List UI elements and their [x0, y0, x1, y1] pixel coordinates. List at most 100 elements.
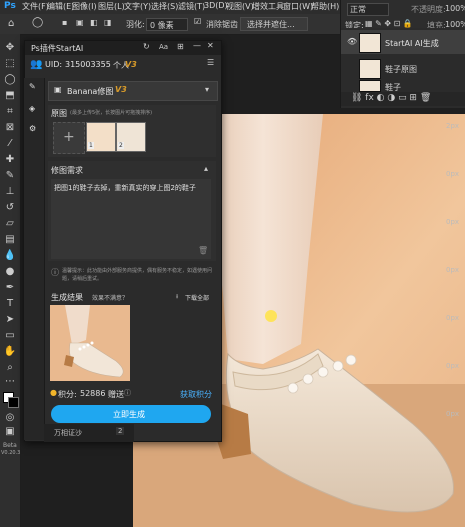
- path-select-icon[interactable]: ➤: [3, 314, 17, 326]
- screen-mode-icon[interactable]: ▣: [3, 426, 17, 438]
- plugin-title: Ps插件StartAI: [31, 44, 84, 53]
- image-icon: ▣: [54, 85, 62, 94]
- move-tool-icon[interactable]: ✥: [3, 42, 17, 54]
- blend-mode-select[interactable]: 正常: [347, 3, 389, 16]
- trash-icon[interactable]: 🗑: [198, 246, 208, 255]
- source-hint: (最多上传5张，长按图片可拖拽排序): [70, 110, 153, 116]
- side-value: 0px: [446, 314, 460, 322]
- thumb-number: 2: [118, 142, 124, 149]
- select-and-mask-button[interactable]: 选择并遮住...: [240, 17, 308, 31]
- model-label: Banana修图: [67, 87, 114, 96]
- minimize-icon[interactable]: —: [193, 41, 201, 50]
- notice-text: 温馨提示：此功能由外部服务商提供，偶有服务不稳定，如遇使用问题，请稍后重试。: [62, 268, 213, 282]
- download-all-link[interactable]: 下载全部: [185, 293, 209, 302]
- selection-mode-new-icon[interactable]: ▪: [62, 18, 67, 27]
- brush-tool-icon[interactable]: ✎: [3, 170, 17, 182]
- chevron-up-icon[interactable]: ▴: [204, 164, 208, 173]
- get-points-link[interactable]: 获取积分: [180, 389, 212, 400]
- uid-value: 315003355: [65, 60, 111, 69]
- menu-select[interactable]: 选择(S): [151, 1, 178, 12]
- pen-tool-icon[interactable]: ✒: [3, 282, 17, 294]
- menu-image[interactable]: 图像(I): [72, 1, 97, 12]
- history-brush-icon[interactable]: ↺: [3, 202, 17, 214]
- marquee-tool-icon[interactable]: ⬚: [3, 58, 17, 70]
- dodge-tool-icon[interactable]: ●: [3, 266, 17, 278]
- feather-input[interactable]: 0 像素: [146, 18, 188, 31]
- model-badge: V3: [115, 85, 127, 94]
- model-select[interactable]: ▣ Banana修图 V3 ▾: [48, 81, 218, 101]
- refresh-icon[interactable]: ↻: [143, 42, 150, 51]
- healing-tool-icon[interactable]: ✚: [3, 154, 17, 166]
- prompt-text: 把图1的鞋子去掉，重新真实的穿上图2的鞋子: [54, 184, 196, 192]
- generate-button[interactable]: 立即生成: [51, 405, 211, 423]
- chevron-down-icon: ▾: [205, 85, 210, 94]
- menu-3d[interactable]: 3D(D): [204, 1, 228, 10]
- object-select-tool-icon[interactable]: ⬒: [3, 90, 17, 102]
- source-images-section: 原图 (最多上传5张，长按图片可拖拽排序) + 1 2: [48, 105, 216, 157]
- text-size-icon[interactable]: Aa: [159, 43, 168, 51]
- result-thumbnail[interactable]: [50, 305, 130, 381]
- add-image-button[interactable]: +: [53, 122, 85, 154]
- prompt-textarea[interactable]: 把图1的鞋子去掉，重新真实的穿上图2的鞋子 🗑: [51, 179, 211, 259]
- plugin-titlebar: Ps插件StartAI ↻ Aa ⊞ — ✕: [25, 41, 221, 55]
- background-color-swatch[interactable]: [8, 397, 19, 408]
- layer-row[interactable]: 鞋子原图: [341, 56, 465, 80]
- quick-mask-icon[interactable]: ◎: [3, 412, 17, 424]
- result-feedback[interactable]: 效果不满意？: [92, 293, 128, 302]
- menu-view[interactable]: 视图(V): [226, 1, 254, 12]
- selection-mode-add-icon[interactable]: ▣: [76, 18, 84, 27]
- info-icon: ⓘ: [51, 268, 59, 277]
- crop-tool-icon[interactable]: ⌗: [3, 106, 17, 118]
- layers-icon[interactable]: ◈: [29, 104, 35, 113]
- menu-file[interactable]: 文件(F): [22, 1, 49, 12]
- beta-label: Beta: [3, 442, 17, 449]
- type-tool-icon[interactable]: T: [3, 298, 17, 310]
- antialias-label: 消除锯齿: [206, 20, 238, 29]
- plugin-content: ▣ Banana修图 V3 ▾ 原图 (最多上传5张，长按图片可拖拽排序) + …: [45, 75, 220, 440]
- menu-edit[interactable]: 编辑(E): [47, 1, 74, 12]
- uid-label: UID:: [45, 60, 63, 69]
- layer-row[interactable]: 鞋子: [341, 80, 465, 92]
- home-icon[interactable]: ⌂: [8, 18, 14, 29]
- edit-icon[interactable]: ✎: [29, 82, 36, 91]
- layer-row[interactable]: 👁 StartAI AI生成: [341, 30, 465, 54]
- menu-filter[interactable]: 滤镜(T): [178, 1, 205, 12]
- selection-mode-intersect-icon[interactable]: ◨: [104, 18, 112, 27]
- help-icon[interactable]: ⓘ: [124, 388, 131, 398]
- selection-mode-subtract-icon[interactable]: ◧: [90, 18, 98, 27]
- shape-tool-icon[interactable]: ▭: [3, 330, 17, 342]
- menu-icon[interactable]: ☰: [207, 58, 214, 67]
- lock-icons[interactable]: ▦ ✎ ✥ ⊡ 🔒: [365, 19, 413, 28]
- hand-tool-icon[interactable]: ✋: [3, 346, 17, 358]
- lasso-tool-icon[interactable]: ◯: [32, 17, 43, 28]
- gradient-tool-icon[interactable]: ▤: [3, 234, 17, 246]
- eraser-tool-icon[interactable]: ▱: [3, 218, 17, 230]
- bottom-tab[interactable]: 万相证沙 2: [44, 424, 134, 442]
- generate-button-label: 立即生成: [113, 410, 145, 419]
- visibility-eye-icon[interactable]: 👁: [347, 37, 357, 46]
- result-shoe-image: [50, 305, 130, 381]
- menu-help[interactable]: 帮助(H): [311, 1, 339, 12]
- eyedropper-tool-icon[interactable]: ⁄: [3, 138, 17, 150]
- layers-footer: ⛓ fx ◐ ◑ ▭ ⊞ 🗑: [341, 92, 465, 106]
- menu-plugins[interactable]: 增效工具: [252, 1, 284, 12]
- pin-icon[interactable]: ⊞: [177, 42, 184, 51]
- more-tools-icon[interactable]: ⋯: [3, 376, 17, 388]
- settings-icon[interactable]: ⚙: [29, 124, 36, 133]
- menu-layer[interactable]: 图层(L): [98, 1, 125, 12]
- source-thumbnail[interactable]: 2: [116, 122, 146, 152]
- opacity-value[interactable]: 100%: [445, 4, 465, 13]
- antialias-checkbox[interactable]: ☑: [194, 17, 201, 26]
- side-value: 0px: [446, 266, 460, 274]
- frame-tool-icon[interactable]: ⊠: [3, 122, 17, 134]
- close-icon[interactable]: ✕: [207, 41, 214, 50]
- lasso-tool-icon[interactable]: ◯: [3, 74, 17, 86]
- layer-actions-icons[interactable]: ⛓ fx ◐ ◑ ▭ ⊞ 🗑: [351, 93, 431, 103]
- stamp-tool-icon[interactable]: ⊥: [3, 186, 17, 198]
- zoom-tool-icon[interactable]: ⌕: [3, 362, 17, 374]
- points-value: 52886: [80, 389, 106, 398]
- menu-window[interactable]: 窗口(W): [283, 1, 313, 12]
- menu-type[interactable]: 文字(Y): [124, 1, 151, 12]
- source-thumbnail[interactable]: 1: [86, 122, 116, 152]
- blur-tool-icon[interactable]: 💧: [3, 250, 17, 262]
